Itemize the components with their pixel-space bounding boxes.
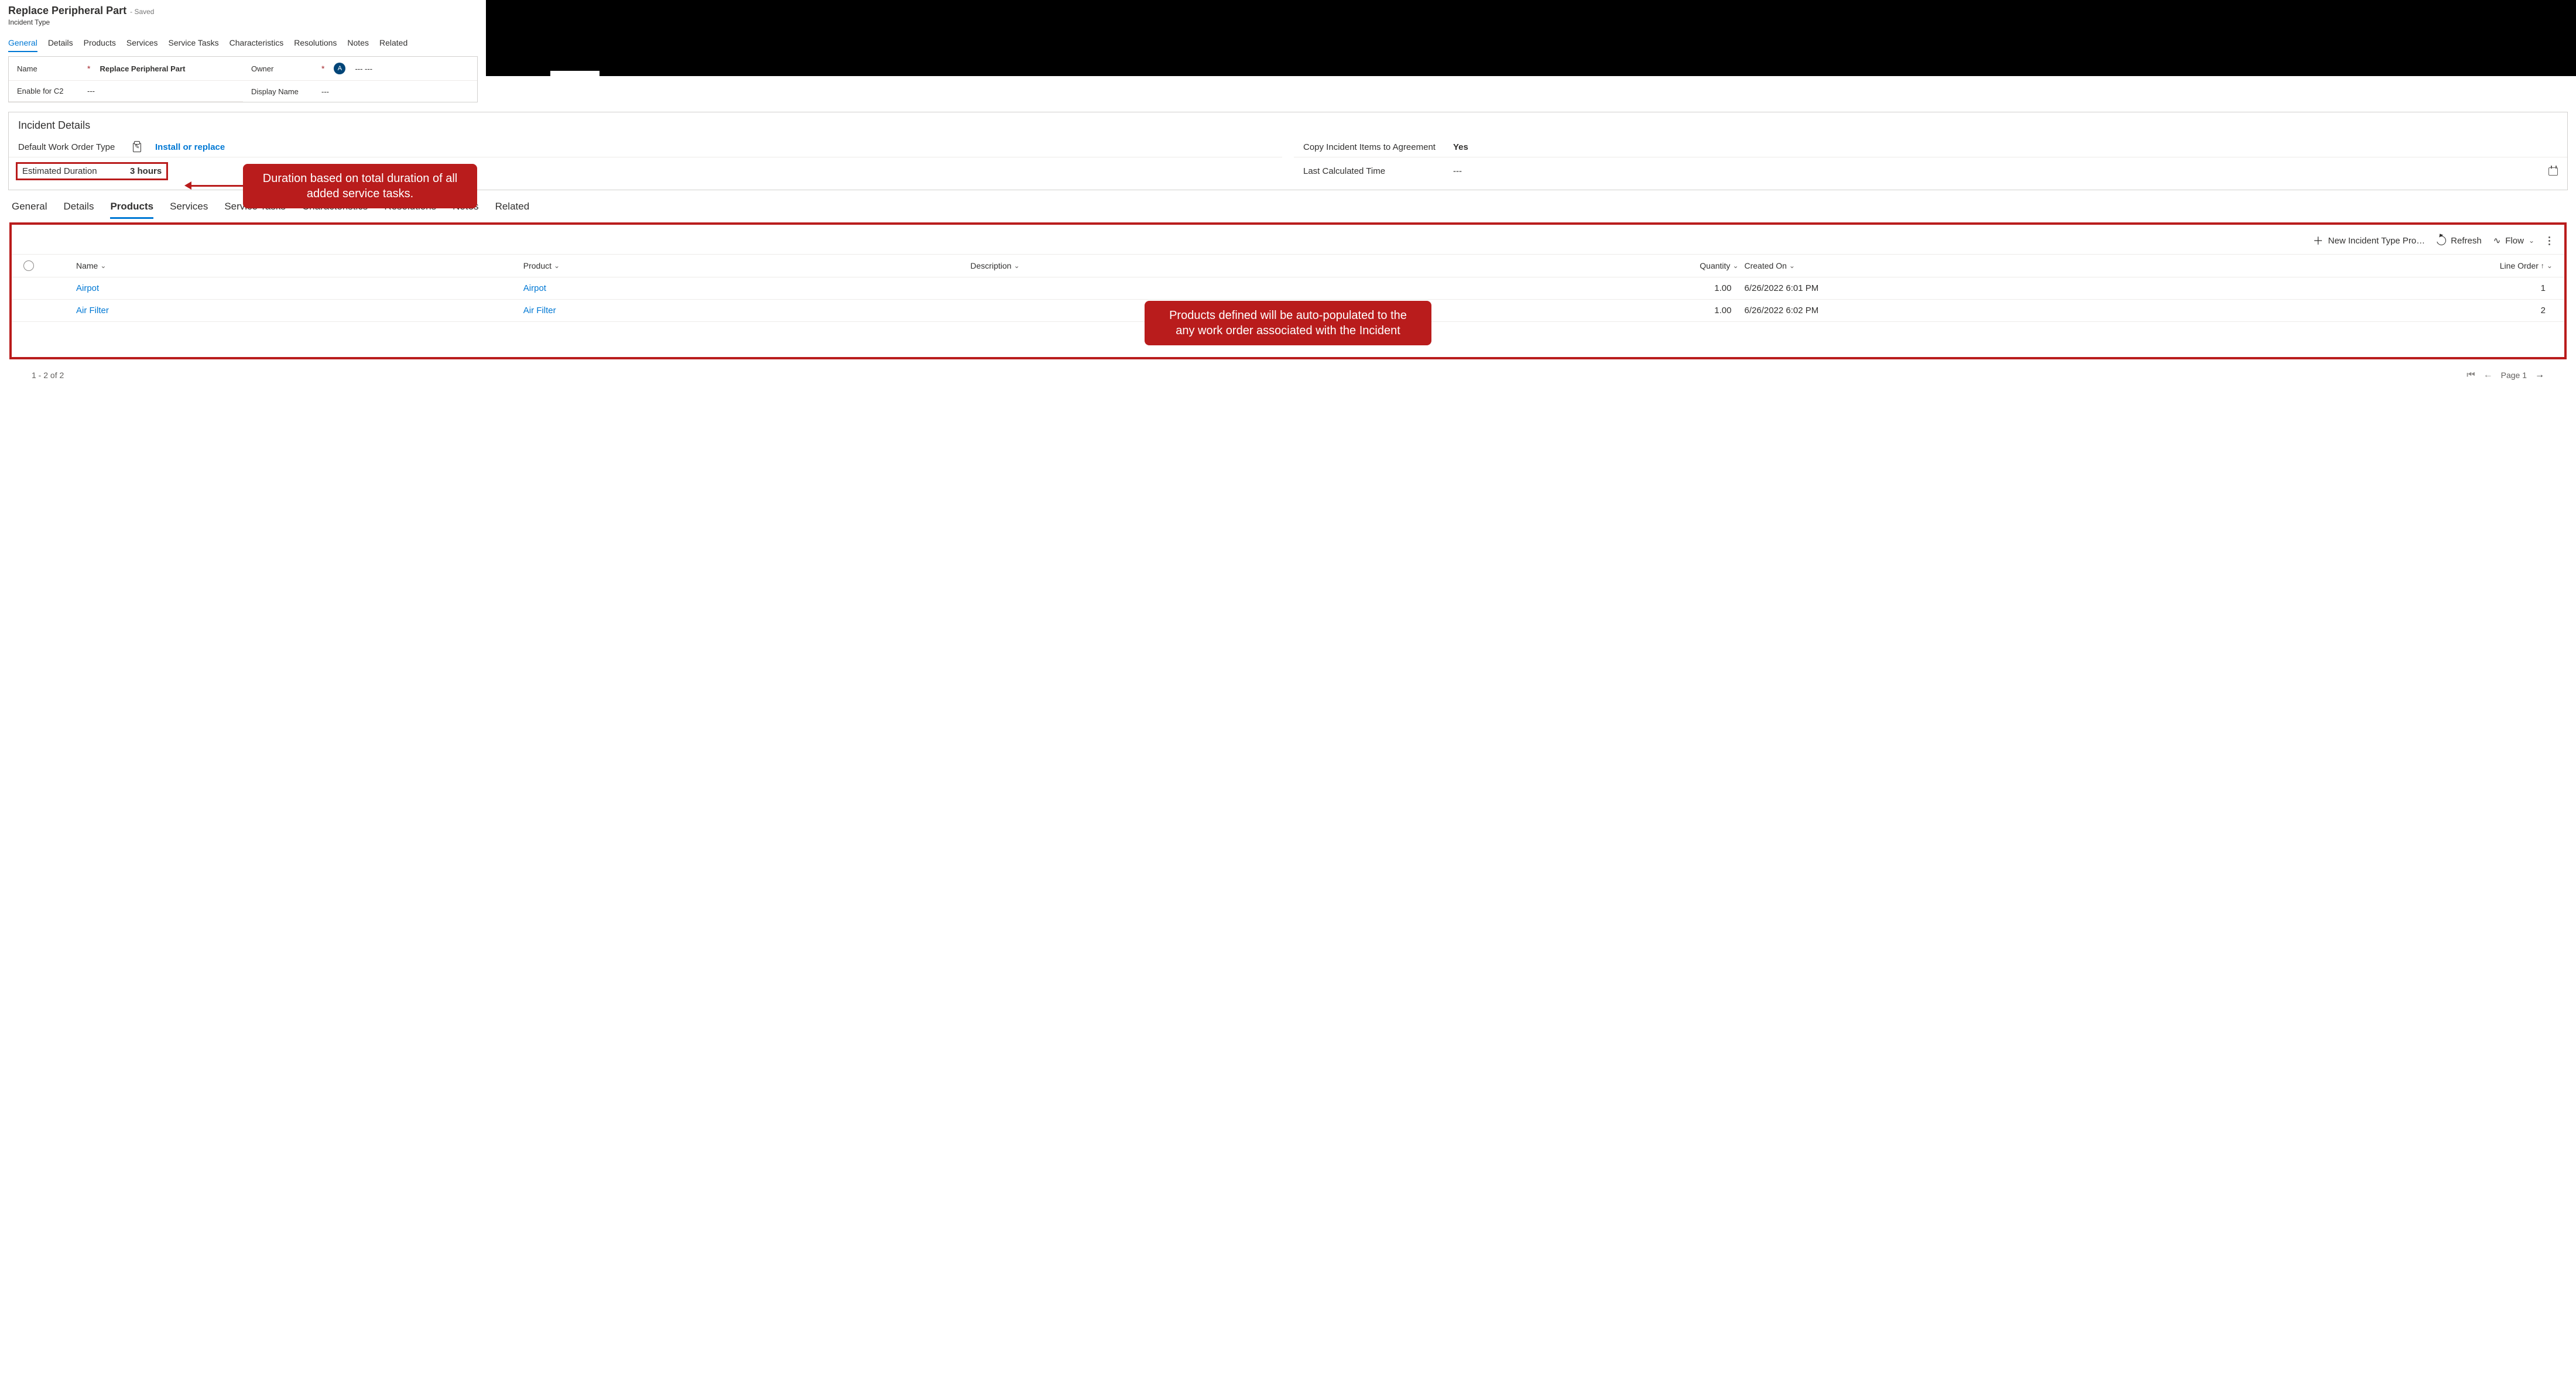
display-name-label: Display Name — [251, 87, 316, 96]
new-incident-type-product-label: New Incident Type Pro… — [2328, 236, 2426, 246]
sort-ascending-icon: ↑ — [2541, 262, 2544, 270]
pager: 1 - 2 of 2 ⏮ ← Page 1 → — [8, 359, 2568, 385]
chevron-down-icon: ⌄ — [2547, 262, 2553, 270]
tab-related-lower[interactable]: Related — [495, 201, 530, 219]
enable-c2-label: Enable for C2 — [17, 87, 81, 95]
table-row[interactable]: Airpot Airpot 1.00 6/26/2022 6:01 PM 1 — [12, 277, 2564, 300]
row-created-on: 6/26/2022 6:01 PM — [1745, 283, 2226, 293]
default-wo-type-value[interactable]: Install or replace — [155, 142, 225, 152]
grid-header-row: Name⌄ Product⌄ Description⌄ Quantity⌄ Cr… — [12, 255, 2564, 277]
chevron-down-icon: ⌄ — [1732, 262, 1738, 270]
copy-incident-label: Copy Incident Items to Agreement — [1303, 142, 1444, 152]
plus-icon: ＋ — [2313, 233, 2324, 248]
enable-c2-value[interactable]: --- — [87, 87, 95, 95]
row-line-order: 1 — [2232, 283, 2553, 293]
col-product[interactable]: Product⌄ — [523, 261, 965, 270]
flow-label: Flow — [2505, 236, 2524, 246]
name-value[interactable]: Replace Peripheral Part — [100, 64, 185, 73]
required-indicator: * — [87, 64, 94, 73]
tab-services-upper[interactable]: Services — [126, 38, 158, 52]
refresh-label: Refresh — [2451, 236, 2482, 246]
refresh-button[interactable]: Refresh — [2437, 236, 2482, 246]
tabs-upper: General Details Products Services Servic… — [8, 38, 478, 53]
required-indicator: * — [321, 64, 328, 73]
estimated-duration-value[interactable]: 3 hours — [130, 166, 162, 176]
pager-first-button[interactable]: ⏮ — [2467, 370, 2475, 380]
row-name-link[interactable]: Airpot — [76, 283, 518, 293]
pager-next-button[interactable]: → — [2535, 370, 2544, 380]
col-description[interactable]: Description⌄ — [971, 261, 1492, 270]
copy-incident-value[interactable]: Yes — [1453, 142, 1468, 152]
page-subtitle: Incident Type — [8, 18, 478, 26]
row-line-order: 2 — [2232, 306, 2553, 315]
refresh-icon — [2435, 234, 2448, 247]
page-title: Replace Peripheral Part — [8, 5, 126, 17]
row-product-link[interactable]: Air Filter — [523, 306, 965, 315]
display-name-value[interactable]: --- — [321, 87, 329, 96]
estimated-duration-highlight: Estimated Duration 3 hours — [16, 162, 168, 180]
new-incident-type-product-button[interactable]: ＋ New Incident Type Pro… — [2313, 233, 2426, 248]
duration-callout: Duration based on total duration of all … — [243, 164, 477, 208]
pager-summary: 1 - 2 of 2 — [32, 370, 64, 380]
tab-products-upper[interactable]: Products — [84, 38, 116, 52]
flow-icon: ∿ — [2493, 235, 2501, 246]
owner-value[interactable]: --- --- — [355, 64, 372, 73]
chevron-down-icon: ⌄ — [1014, 262, 1020, 270]
chevron-down-icon: ⌄ — [2529, 236, 2534, 245]
incident-details-title: Incident Details — [9, 119, 2567, 138]
redacted-top-right — [486, 0, 2576, 76]
grid-toolbar: ＋ New Incident Type Pro… Refresh ∿ Flow … — [12, 225, 2564, 255]
col-quantity[interactable]: Quantity⌄ — [1498, 261, 1738, 270]
select-all-checkbox[interactable] — [23, 260, 34, 271]
incident-details-card: Incident Details Default Work Order Type… — [8, 112, 2568, 190]
row-product-link[interactable]: Airpot — [523, 283, 965, 293]
tab-details-upper[interactable]: Details — [48, 38, 73, 52]
row-created-on: 6/26/2022 6:02 PM — [1745, 306, 2226, 315]
tab-products-lower[interactable]: Products — [110, 201, 153, 219]
tab-general-upper[interactable]: General — [8, 38, 37, 52]
estimated-duration-label: Estimated Duration — [22, 166, 116, 176]
tab-resolutions-upper[interactable]: Resolutions — [294, 38, 337, 52]
row-name-link[interactable]: Air Filter — [76, 306, 518, 315]
chevron-down-icon: ⌄ — [1789, 262, 1795, 270]
tab-general-lower[interactable]: General — [12, 201, 47, 219]
chevron-down-icon: ⌄ — [554, 262, 560, 270]
calendar-icon[interactable] — [2548, 167, 2558, 176]
flow-button[interactable]: ∿ Flow ⌄ — [2493, 235, 2534, 246]
owner-label: Owner — [251, 64, 316, 73]
tab-notes-upper[interactable]: Notes — [347, 38, 369, 52]
tab-services-lower[interactable]: Services — [170, 201, 208, 219]
tab-characteristics-upper[interactable]: Characteristics — [229, 38, 284, 52]
pager-page-label: Page 1 — [2501, 370, 2527, 380]
row-quantity: 1.00 — [1498, 306, 1738, 315]
col-created-on[interactable]: Created On⌄ — [1745, 261, 2226, 270]
row-quantity: 1.00 — [1498, 283, 1738, 293]
owner-avatar-icon: A — [334, 63, 345, 74]
pager-prev-button[interactable]: ← — [2483, 370, 2493, 380]
col-name[interactable]: Name⌄ — [76, 261, 518, 270]
tab-service-tasks-upper[interactable]: Service Tasks — [169, 38, 219, 52]
products-callout: Products defined will be auto-populated … — [1145, 301, 1431, 345]
clipboard-icon — [133, 143, 141, 152]
chevron-down-icon: ⌄ — [100, 262, 106, 270]
more-commands-button[interactable] — [2546, 234, 2553, 248]
arrow-head-icon — [184, 181, 191, 190]
tab-related-upper[interactable]: Related — [379, 38, 407, 52]
arrow-line — [191, 185, 244, 187]
default-wo-type-label: Default Work Order Type — [18, 142, 124, 152]
last-calc-time-label: Last Calculated Time — [1303, 166, 1444, 176]
col-line-order[interactable]: Line Order ↑⌄ — [2232, 261, 2553, 270]
name-label: Name — [17, 64, 81, 73]
general-form-card: Name * Replace Peripheral Part Owner * A… — [8, 56, 478, 102]
last-calc-time-value[interactable]: --- — [1453, 166, 1462, 176]
tab-details-lower[interactable]: Details — [63, 201, 94, 219]
saved-indicator: - Saved — [130, 8, 154, 16]
